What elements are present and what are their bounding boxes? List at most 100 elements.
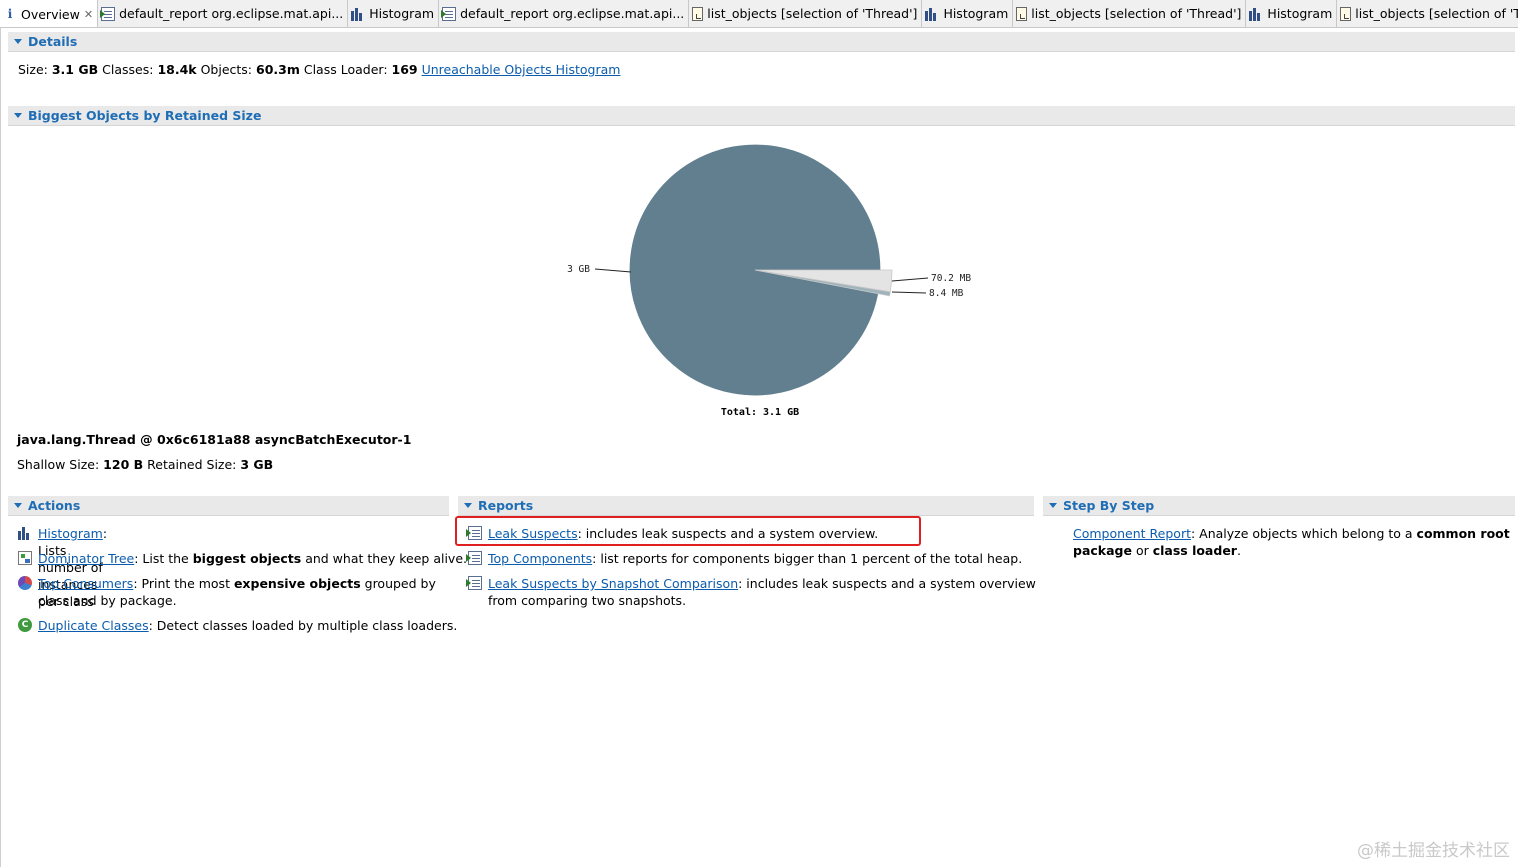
collapse-triangle-icon	[14, 39, 22, 44]
unreachable-objects-histogram-link[interactable]: Unreachable Objects Histogram	[422, 62, 621, 77]
tab-overview[interactable]: i Overview ✕	[0, 0, 99, 27]
leak-suspects-comparison-link[interactable]: Leak Suspects by Snapshot Comparison	[488, 576, 738, 591]
collapse-triangle-icon	[464, 503, 472, 508]
top-consumers-icon	[18, 576, 32, 590]
tab-label: list_objects [selection of 'Thread']	[1355, 6, 1518, 21]
objects-label: Objects:	[200, 62, 253, 77]
pie-slice-label: 3 GB	[567, 264, 590, 275]
document-icon	[692, 6, 704, 21]
collapse-triangle-icon	[1049, 503, 1057, 508]
section-title: Actions	[28, 498, 81, 513]
selected-object-name: java.lang.Thread @ 0x6c6181a88 asyncBatc…	[17, 432, 412, 447]
tab-label: Histogram	[943, 6, 1009, 21]
step-description-bold: package	[1073, 543, 1132, 558]
report-icon	[466, 551, 482, 565]
step-description: : Analyze objects which belong to a	[1190, 526, 1417, 541]
action-description-bold: biggest objects	[192, 551, 302, 566]
histogram-icon	[1249, 7, 1263, 21]
section-title: Reports	[478, 498, 534, 513]
tab-label: default_report org.eclipse.mat.api...	[460, 6, 685, 21]
duplicate-classes-link[interactable]: Duplicate Classes	[38, 618, 149, 633]
tab-label: list_objects [selection of 'Thread']	[1031, 6, 1242, 21]
actions-section-header[interactable]: Actions	[8, 496, 449, 516]
size-label: Size:	[18, 62, 48, 77]
tab-label: Histogram	[369, 6, 435, 21]
tab-list-objects[interactable]: list_objects [selection of 'Thread']	[1337, 0, 1518, 27]
tab-default-report[interactable]: default_report org.eclipse.mat.api...	[98, 0, 349, 27]
watermark: @稀土掘金技术社区	[1357, 841, 1510, 861]
report-icon	[441, 6, 457, 21]
histogram-icon	[18, 526, 32, 540]
info-icon: i	[7, 7, 13, 21]
details-line: Size: 3.1 GB Classes: 18.4k Objects: 60.…	[18, 62, 620, 77]
tab-histogram[interactable]: Histogram	[348, 0, 440, 27]
tab-default-report[interactable]: default_report org.eclipse.mat.api...	[439, 0, 690, 27]
histogram-link[interactable]: Histogram	[38, 526, 103, 541]
pie-leader-line	[891, 277, 929, 282]
step-component-report: Component Report: Analyze objects which …	[1073, 525, 1510, 559]
section-title: Details	[28, 34, 78, 49]
tab-label: list_objects [selection of 'Thread']	[707, 6, 918, 21]
report-icon	[466, 576, 482, 590]
step-by-step-section-header[interactable]: Step By Step	[1043, 496, 1515, 516]
selected-object-sizes: Shallow Size: 120 B Retained Size: 3 GB	[17, 457, 273, 472]
action-description: : Detect classes loaded by multiple clas…	[148, 618, 458, 633]
histogram-icon	[351, 7, 365, 21]
step-description: .	[1236, 543, 1241, 558]
component-report-link[interactable]: Component Report	[1073, 526, 1191, 541]
action-description-bold: expensive objects	[233, 576, 361, 591]
report-description: from comparing two snapshots.	[488, 593, 687, 608]
action-description: : List the	[134, 551, 193, 566]
section-title: Biggest Objects by Retained Size	[28, 108, 262, 123]
report-description: : list reports for components bigger tha…	[592, 551, 1023, 566]
details-section-header[interactable]: Details	[8, 32, 1515, 52]
document-icon	[1340, 6, 1352, 21]
shallow-size-label: Shallow Size:	[17, 457, 100, 472]
size-value: 3.1 GB	[51, 62, 99, 77]
action-description: : Print the most	[133, 576, 234, 591]
dominator-tree-icon	[18, 551, 32, 565]
top-components-link[interactable]: Top Components	[488, 551, 592, 566]
top-consumers-link[interactable]: Top Consumers	[38, 576, 133, 591]
tab-histogram[interactable]: Histogram	[922, 0, 1014, 27]
pie-leader-line	[891, 291, 927, 294]
biggest-objects-section-header[interactable]: Biggest Objects by Retained Size	[8, 106, 1515, 126]
class-loader-value: 169	[391, 62, 418, 77]
tab-histogram[interactable]: Histogram	[1246, 0, 1338, 27]
tab-list-objects[interactable]: list_objects [selection of 'Thread']	[1013, 0, 1247, 27]
tab-label: default_report org.eclipse.mat.api...	[119, 6, 344, 21]
classes-label: Classes:	[102, 62, 154, 77]
step-description-bold: common root	[1416, 526, 1510, 541]
retained-size-pie-chart: 3 GB 70.2 MB 8.4 MB Total: 3.1 GB	[567, 144, 971, 418]
report-description: : includes leak suspects and a system ov…	[738, 576, 1036, 591]
objects-value: 60.3m	[256, 62, 300, 77]
highlight-box	[455, 516, 921, 546]
retained-size-value: 3 GB	[240, 457, 274, 472]
document-icon	[1016, 6, 1028, 21]
shallow-size-value: 120 B	[103, 457, 144, 472]
close-icon[interactable]: ✕	[84, 8, 93, 21]
editor-tab-bar: i Overview ✕ default_report org.eclipse.…	[0, 0, 1518, 28]
action-description: class and by package.	[38, 593, 177, 608]
tab-label: Histogram	[1267, 6, 1333, 21]
histogram-icon	[925, 7, 939, 21]
pie-total-label: Total: 3.1 GB	[721, 407, 799, 418]
step-description: or	[1131, 543, 1153, 558]
tab-list-objects[interactable]: list_objects [selection of 'Thread']	[689, 0, 923, 27]
step-description-bold: class loader	[1152, 543, 1237, 558]
pie-leader-line	[594, 268, 632, 273]
classes-value: 18.4k	[157, 62, 197, 77]
report-icon	[100, 6, 116, 21]
section-title: Step By Step	[1063, 498, 1155, 513]
collapse-triangle-icon	[14, 113, 22, 118]
class-loader-label: Class Loader:	[303, 62, 388, 77]
retained-size-label: Retained Size:	[147, 457, 237, 472]
pie-slices	[629, 144, 893, 396]
reports-section-header[interactable]: Reports	[458, 496, 1034, 516]
pie-slice-label: 70.2 MB	[931, 273, 971, 284]
action-description: and what they keep alive.	[301, 551, 467, 566]
dominator-tree-link[interactable]: Dominator Tree	[38, 551, 134, 566]
duplicate-classes-icon: C	[18, 618, 32, 632]
action-description: grouped by	[360, 576, 436, 591]
pie-slice-label: 8.4 MB	[929, 288, 964, 299]
